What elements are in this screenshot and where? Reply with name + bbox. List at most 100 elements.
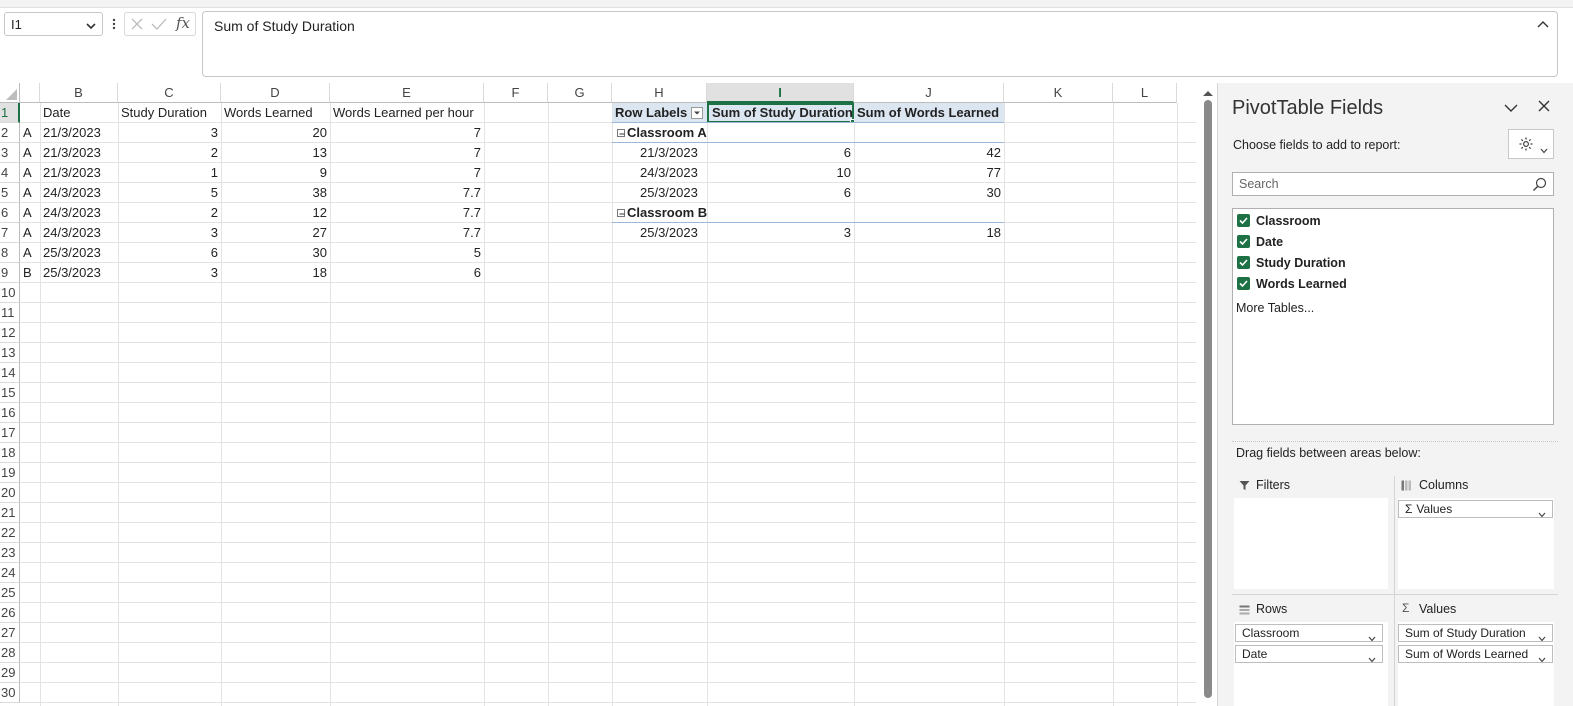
row-header[interactable]: 20 bbox=[0, 483, 20, 503]
row-header[interactable]: 6 bbox=[0, 203, 20, 223]
row-header[interactable]: 28 bbox=[0, 643, 20, 663]
table-cell[interactable]: 24/3/2023 bbox=[40, 183, 118, 203]
column-header[interactable]: E bbox=[330, 83, 484, 103]
row-header[interactable]: 21 bbox=[0, 503, 20, 523]
table-cell[interactable]: A bbox=[20, 143, 40, 163]
pivot-row-label[interactable]: 21/3/2023 bbox=[612, 143, 707, 163]
table-cell[interactable]: 25/3/2023 bbox=[40, 243, 118, 263]
row-header[interactable]: 5 bbox=[0, 183, 20, 203]
table-cell[interactable]: A bbox=[20, 163, 40, 183]
chevron-down-icon[interactable] bbox=[1368, 651, 1376, 668]
row-header[interactable]: 24 bbox=[0, 563, 20, 583]
checkbox-checked-icon[interactable] bbox=[1237, 277, 1250, 291]
table-cell[interactable]: 30 bbox=[221, 243, 330, 263]
pivot-value[interactable]: 77 bbox=[854, 163, 1004, 183]
rows-field-classroom[interactable]: Classroom bbox=[1235, 624, 1383, 642]
table-cell[interactable]: 2 bbox=[118, 203, 221, 223]
close-icon[interactable] bbox=[1538, 100, 1550, 115]
pivot-value[interactable]: 6 bbox=[707, 183, 854, 203]
table-cell[interactable]: 7 bbox=[330, 143, 484, 163]
field-item-date[interactable]: Date bbox=[1237, 235, 1283, 253]
table-cell[interactable]: A bbox=[20, 243, 40, 263]
pivot-row-label[interactable]: 25/3/2023 bbox=[612, 183, 707, 203]
pivot-row-label[interactable]: 25/3/2023 bbox=[612, 223, 707, 243]
table-cell[interactable]: 5 bbox=[330, 243, 484, 263]
row-header[interactable]: 16 bbox=[0, 403, 20, 423]
table-cell[interactable]: A bbox=[20, 223, 40, 243]
table-cell[interactable]: A bbox=[20, 123, 40, 143]
table-cell[interactable]: A bbox=[20, 183, 40, 203]
table-cell[interactable]: 21/3/2023 bbox=[40, 123, 118, 143]
pivot-value[interactable]: 18 bbox=[854, 223, 1004, 243]
filters-drop-area[interactable] bbox=[1234, 498, 1388, 589]
field-search-input[interactable]: Search bbox=[1232, 172, 1554, 196]
table-cell[interactable]: 13 bbox=[221, 143, 330, 163]
worksheet-grid[interactable]: B C D E F G H I J K L 1 2 3 4 5 6 7 8 9 … bbox=[0, 83, 1196, 706]
table-cell[interactable]: 3 bbox=[118, 123, 221, 143]
collapse-icon[interactable] bbox=[617, 209, 625, 217]
table-cell[interactable]: 12 bbox=[221, 203, 330, 223]
table-cell[interactable]: 18 bbox=[221, 263, 330, 283]
pivot-value[interactable]: 6 bbox=[707, 143, 854, 163]
row-header[interactable]: 29 bbox=[0, 663, 20, 683]
row-header[interactable]: 27 bbox=[0, 623, 20, 643]
column-header-selected[interactable]: I bbox=[707, 83, 854, 103]
pivot-group-row[interactable]: Classroom A bbox=[612, 123, 707, 143]
pivot-value[interactable]: 42 bbox=[854, 143, 1004, 163]
row-header[interactable]: 8 bbox=[0, 243, 20, 263]
column-header[interactable]: C bbox=[118, 83, 221, 103]
row-header[interactable]: 11 bbox=[0, 303, 20, 323]
row-header[interactable]: 10 bbox=[0, 283, 20, 303]
table-cell[interactable]: 21/3/2023 bbox=[40, 143, 118, 163]
table-cell[interactable]: 24/3/2023 bbox=[40, 203, 118, 223]
column-header[interactable]: F bbox=[484, 83, 548, 103]
more-options-icon[interactable] bbox=[111, 15, 117, 33]
table-header[interactable]: Date bbox=[40, 103, 118, 123]
field-item-words-learned[interactable]: Words Learned bbox=[1237, 277, 1347, 295]
checkbox-checked-icon[interactable] bbox=[1237, 235, 1250, 249]
select-all-corner[interactable] bbox=[0, 83, 20, 103]
name-box[interactable]: I1 bbox=[4, 12, 103, 36]
table-header[interactable]: Words Learned bbox=[221, 103, 330, 123]
table-cell[interactable]: 3 bbox=[118, 263, 221, 283]
filter-dropdown-icon[interactable] bbox=[691, 107, 703, 119]
row-header[interactable]: 22 bbox=[0, 523, 20, 543]
scroll-up-icon[interactable] bbox=[1200, 88, 1216, 98]
table-cell[interactable]: 6 bbox=[118, 243, 221, 263]
row-header[interactable]: 25 bbox=[0, 583, 20, 603]
table-cell[interactable]: 7.7 bbox=[330, 203, 484, 223]
column-header[interactable]: H bbox=[612, 83, 707, 103]
checkbox-checked-icon[interactable] bbox=[1237, 256, 1250, 270]
pivot-row-label[interactable]: 24/3/2023 bbox=[612, 163, 707, 183]
values-field-study-duration[interactable]: Sum of Study Duration bbox=[1398, 624, 1553, 642]
row-header[interactable]: 17 bbox=[0, 423, 20, 443]
cancel-icon[interactable] bbox=[130, 17, 144, 34]
table-cell[interactable]: A bbox=[20, 203, 40, 223]
field-item-classroom[interactable]: Classroom bbox=[1237, 214, 1321, 232]
row-header[interactable]: 18 bbox=[0, 443, 20, 463]
row-header[interactable]: 7 bbox=[0, 223, 20, 243]
more-tables-link[interactable]: More Tables... bbox=[1236, 301, 1314, 315]
column-header-a[interactable] bbox=[20, 83, 40, 103]
pivot-header[interactable]: Sum of Words Learned bbox=[854, 103, 1004, 123]
column-header[interactable]: L bbox=[1113, 83, 1177, 103]
table-cell[interactable]: 7 bbox=[330, 123, 484, 143]
row-header[interactable]: 9 bbox=[0, 263, 20, 283]
table-cell[interactable]: 2 bbox=[118, 143, 221, 163]
row-header[interactable]: 30 bbox=[0, 683, 20, 703]
table-cell[interactable]: 7 bbox=[330, 163, 484, 183]
table-header[interactable]: Words Learned per hour bbox=[330, 103, 484, 123]
table-header[interactable]: Study Duration bbox=[118, 103, 221, 123]
scroll-thumb[interactable] bbox=[1204, 100, 1212, 698]
insert-function-button[interactable]: fx bbox=[176, 14, 190, 32]
formula-bar[interactable]: Sum of Study Duration bbox=[202, 11, 1558, 77]
table-cell[interactable]: 24/3/2023 bbox=[40, 223, 118, 243]
column-header[interactable]: D bbox=[221, 83, 330, 103]
collapse-formula-bar-icon[interactable] bbox=[1537, 16, 1549, 31]
column-header[interactable]: B bbox=[40, 83, 118, 103]
table-cell[interactable]: 7.7 bbox=[330, 223, 484, 243]
row-header[interactable]: 2 bbox=[0, 123, 20, 143]
column-header[interactable]: K bbox=[1004, 83, 1113, 103]
pivot-group-row[interactable]: Classroom B bbox=[612, 203, 707, 223]
chevron-down-icon[interactable] bbox=[1538, 651, 1546, 668]
